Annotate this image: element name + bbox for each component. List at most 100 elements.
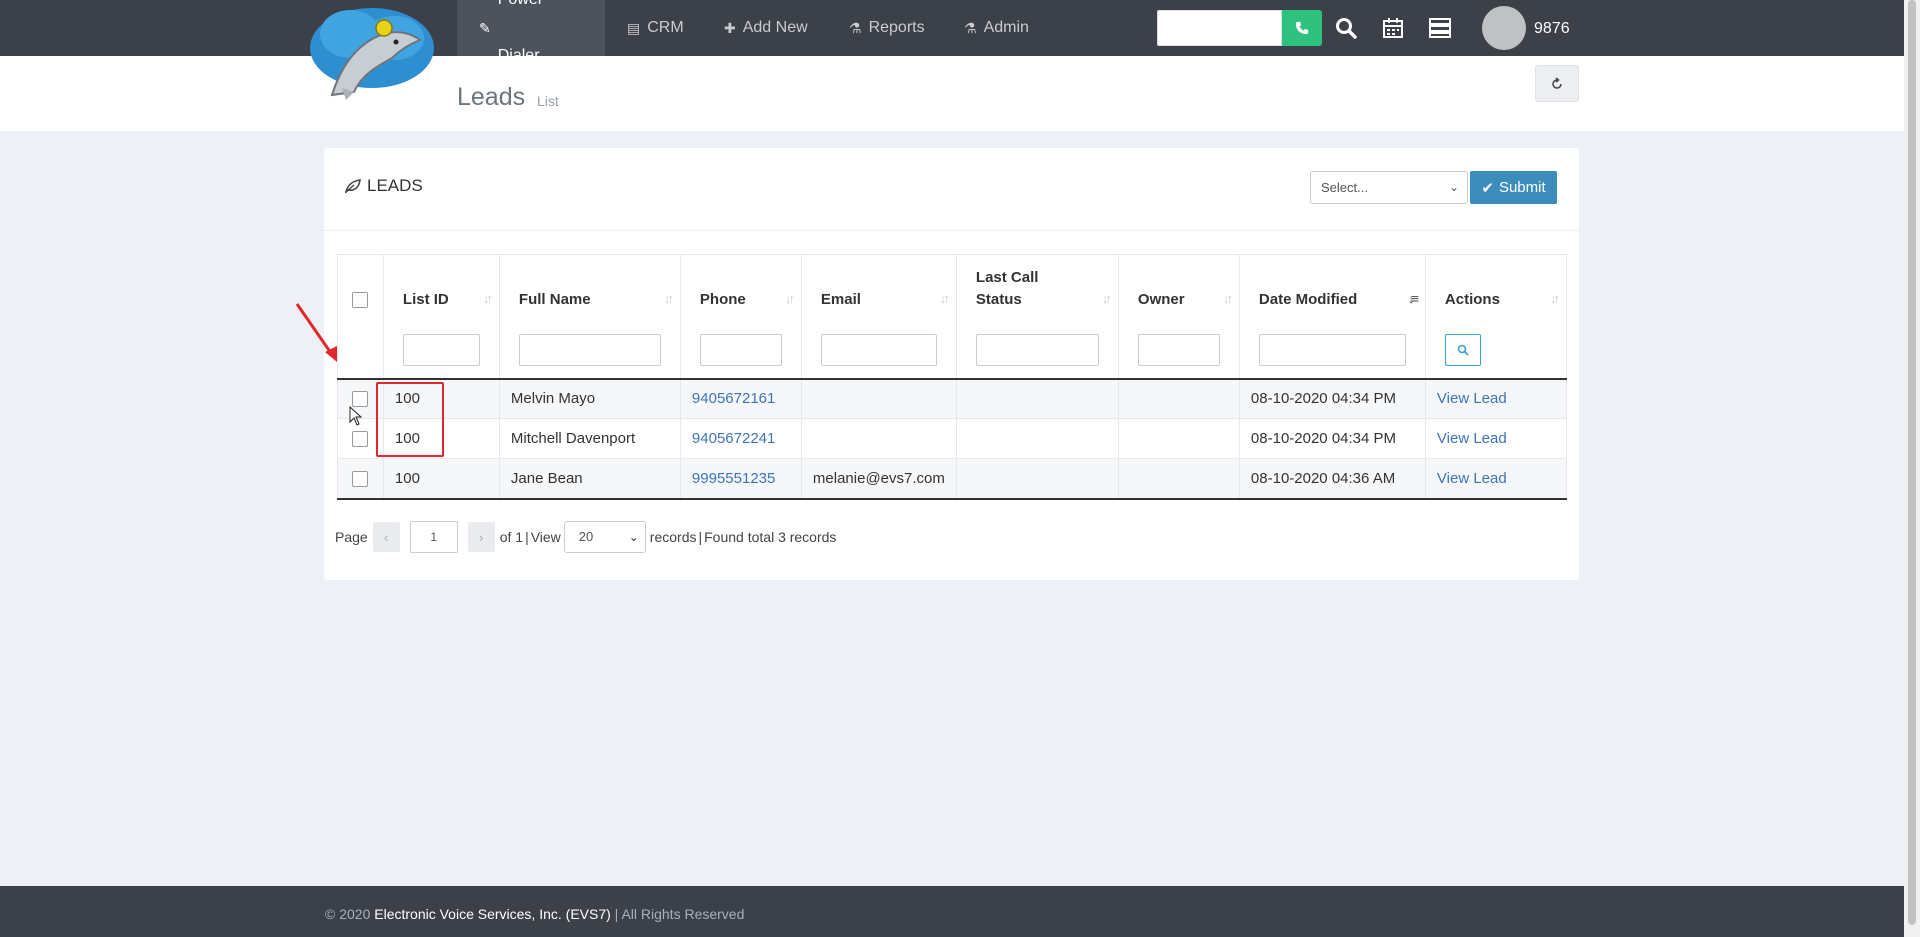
phone-link[interactable]: 9405672241: [692, 430, 775, 447]
filter-cell: [1424, 322, 1568, 380]
date-modified-cell: 08-10-2020 04:36 AM: [1238, 458, 1426, 500]
dial-number-input[interactable]: [1157, 10, 1282, 46]
filter-search-button[interactable]: [1444, 334, 1481, 366]
annotation-arrow-icon: [295, 303, 337, 362]
filter-email-input[interactable]: [820, 334, 937, 366]
footer-company: Electronic Voice Services, Inc. (EVS7): [374, 906, 611, 922]
column-header[interactable]: Actions ↓↑: [1424, 254, 1568, 323]
extension-number: 9876: [1534, 20, 1570, 37]
column-header[interactable]: Email ↓↑: [800, 254, 957, 323]
view-lead-link[interactable]: View Lead: [1437, 470, 1507, 487]
row-checkbox[interactable]: [352, 431, 368, 448]
column-header[interactable]: Owner ↓↑: [1117, 254, 1240, 323]
page-subtitle: List: [537, 93, 559, 109]
found-total-text: Found total 3 records: [704, 529, 837, 545]
server-list-icon[interactable]: [1426, 14, 1454, 42]
full-name-cell: Jane Bean: [498, 458, 681, 500]
dolphin-logo[interactable]: [302, 0, 442, 102]
search-icon[interactable]: [1332, 14, 1360, 42]
email-cell: [800, 418, 957, 459]
calendar-icon[interactable]: [1379, 14, 1407, 42]
filter-cell: [498, 322, 681, 380]
column-header[interactable]: Full Name ↓↑: [498, 254, 681, 323]
leaf-icon: [345, 179, 361, 193]
footer-suffix: | All Rights Reserved: [610, 906, 745, 922]
column-header-label: Owner: [1137, 290, 1185, 308]
prev-page-button[interactable]: ‹: [372, 522, 400, 552]
submit-button[interactable]: ✔ Submit: [1470, 171, 1557, 204]
sort-icon: ↓↑: [1550, 290, 1560, 306]
view-lead-link[interactable]: View Lead: [1437, 390, 1507, 407]
filter-owner-input[interactable]: [1137, 334, 1220, 366]
sort-icon: ↓↑: [482, 290, 493, 306]
pencil-icon: ✎: [479, 20, 491, 36]
sort-icon: ↓↑: [1101, 290, 1112, 306]
avatar[interactable]: [1482, 6, 1526, 50]
bulk-action-selected: Select...: [1321, 180, 1368, 195]
filter-cell: [337, 322, 384, 380]
table-header-row: List ID ↓↑ Full Name ↓↑ Phone ↓↑ Email ↓↑ La…: [337, 254, 1568, 323]
row-checkbox[interactable]: [352, 391, 368, 408]
nav-add-new[interactable]: ✚ Add New: [702, 0, 830, 56]
filter-last-call-status-input[interactable]: [975, 334, 1099, 366]
page-of-text: of 1: [499, 529, 524, 545]
row-checkbox[interactable]: [352, 470, 368, 487]
sort-icon: ↓↑: [1222, 290, 1233, 306]
page-header: [0, 56, 1904, 131]
submit-label: Submit: [1498, 179, 1546, 196]
select-all-checkbox[interactable]: [352, 291, 368, 308]
column-header[interactable]: List ID ↓↑: [382, 254, 500, 323]
annotation-highlight-box: [376, 382, 444, 457]
nav-admin[interactable]: ⚗ Admin: [942, 0, 1051, 56]
filter-list-id-input[interactable]: [402, 334, 480, 366]
page-title: Leads: [457, 83, 526, 111]
owner-cell: [1117, 378, 1240, 419]
column-header[interactable]: Phone ↓↑: [679, 254, 802, 323]
filter-phone-input[interactable]: [699, 334, 782, 366]
filter-date-modified-input[interactable]: [1258, 334, 1406, 366]
full-name-cell: Mitchell Davenport: [498, 418, 681, 459]
table-row[interactable]: 100 Mitchell Davenport 9405672241 08-10-…: [337, 418, 1568, 459]
select-all-header: [337, 254, 384, 323]
last-call-status-cell: [955, 458, 1119, 500]
nav-power-dialer[interactable]: ✎ Power Dialer: [457, 0, 605, 64]
bulk-action-select[interactable]: Select... ⌄: [1310, 171, 1468, 204]
view-lead-link[interactable]: View Lead: [1437, 430, 1507, 447]
email-cell: [800, 378, 957, 419]
filter-cell: [955, 322, 1119, 380]
last-call-status-cell: [955, 378, 1119, 419]
refresh-button[interactable]: [1535, 65, 1579, 102]
nav-crm[interactable]: ▤ CRM: [605, 0, 706, 56]
nav-reports[interactable]: ⚗ Reports: [827, 0, 947, 56]
phone-cell: 9405672161: [679, 378, 802, 419]
phone-link[interactable]: 9995551235: [692, 470, 775, 487]
filter-cell: [1238, 322, 1426, 380]
panel-divider: [324, 230, 1579, 231]
plus-icon: ✚: [724, 20, 736, 36]
scrollbar-thumb[interactable]: [1908, 0, 1916, 925]
actions-cell: View Lead: [1424, 418, 1568, 459]
sort-icon: ↓↑: [939, 290, 950, 306]
sort-desc-icon: ↓≡: [1407, 290, 1419, 306]
date-modified-cell: 08-10-2020 04:34 PM: [1238, 378, 1426, 419]
panel-title-text: LEADS: [367, 176, 423, 195]
column-header-label: Phone: [699, 290, 746, 308]
filter-cell: [679, 322, 802, 380]
table-row[interactable]: 100 Jane Bean 9995551235 melanie@evs7.co…: [337, 458, 1568, 500]
filter-cell: [800, 322, 957, 380]
column-header[interactable]: Last Call Status ↓↑: [955, 254, 1119, 323]
filter-full-name-input[interactable]: [518, 334, 661, 366]
column-header-label: Full Name: [518, 290, 591, 308]
table-row[interactable]: 100 Melvin Mayo 9405672161 08-10-2020 04…: [337, 378, 1568, 419]
footer-prefix: © 2020: [325, 906, 375, 922]
phone-link[interactable]: 9405672161: [692, 390, 775, 407]
divider: |: [525, 529, 529, 545]
nav-reports-label: Reports: [868, 19, 925, 36]
call-button[interactable]: [1282, 10, 1322, 46]
next-page-button[interactable]: ›: [467, 522, 495, 552]
date-modified-cell: 08-10-2020 04:34 PM: [1238, 418, 1426, 459]
sort-icon: ↓↑: [663, 290, 674, 306]
per-page-select[interactable]: 20 ⌄: [563, 521, 646, 553]
column-header[interactable]: Date Modified ↓≡: [1238, 254, 1426, 323]
page-number-input[interactable]: 1: [409, 521, 458, 553]
